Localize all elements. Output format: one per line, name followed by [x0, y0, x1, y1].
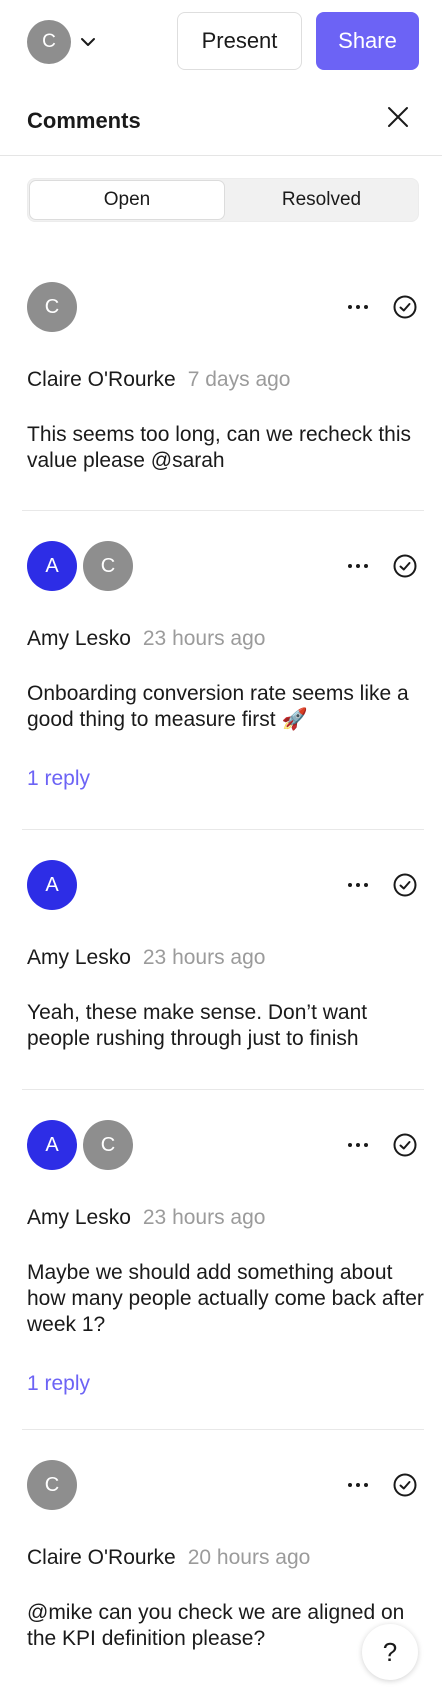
- comment-meta: Amy Lesko 23 hours ago: [27, 627, 265, 651]
- author-name: Amy Lesko: [27, 627, 131, 650]
- comment-meta: Claire O'Rourke 20 hours ago: [27, 1546, 310, 1570]
- comment-filter-tabs: Open Resolved: [27, 178, 419, 222]
- comment-meta: Amy Lesko 23 hours ago: [27, 1206, 265, 1230]
- participant-avatars: A C: [27, 541, 139, 591]
- divider: [22, 1089, 424, 1090]
- avatar: C: [83, 541, 133, 591]
- divider: [22, 829, 424, 830]
- more-options-icon[interactable]: [345, 1472, 371, 1498]
- comment-meta: Claire O'Rourke 7 days ago: [27, 368, 290, 392]
- avatar: A: [27, 541, 77, 591]
- reply-count-link[interactable]: 1 reply: [27, 1372, 90, 1396]
- user-menu[interactable]: C: [27, 20, 97, 64]
- participant-avatars: A: [27, 860, 83, 910]
- comment-meta: Amy Lesko 23 hours ago: [27, 946, 265, 970]
- timestamp: 20 hours ago: [187, 1546, 311, 1569]
- timestamp: 23 hours ago: [142, 1206, 266, 1229]
- top-bar: C Present Share: [0, 0, 442, 82]
- chevron-down-icon: [81, 38, 95, 46]
- more-options-icon[interactable]: [345, 872, 371, 898]
- participant-avatars: A C: [27, 1120, 139, 1170]
- tab-open[interactable]: Open: [29, 180, 225, 220]
- timestamp: 23 hours ago: [142, 627, 266, 650]
- avatar: A: [27, 1120, 77, 1170]
- resolve-check-icon[interactable]: [392, 294, 418, 320]
- more-options-icon[interactable]: [345, 294, 371, 320]
- author-name: Claire O'Rourke: [27, 1546, 176, 1569]
- avatar: C: [83, 1120, 133, 1170]
- tab-resolved[interactable]: Resolved: [225, 180, 418, 220]
- more-options-icon[interactable]: [345, 1132, 371, 1158]
- avatar: A: [27, 860, 77, 910]
- avatar: C: [27, 1460, 77, 1510]
- panel-title: Comments: [27, 108, 141, 133]
- timestamp: 23 hours ago: [142, 946, 266, 969]
- comment-text: Onboarding conversion rate seems like a …: [27, 682, 409, 731]
- present-button[interactable]: Present: [177, 12, 302, 70]
- comment-text: This seems too long, can we recheck this…: [27, 423, 412, 472]
- comments-panel-header: Comments: [0, 88, 442, 156]
- reply-count-link[interactable]: 1 reply: [27, 767, 90, 791]
- timestamp: 7 days ago: [187, 368, 291, 391]
- avatar: C: [27, 282, 77, 332]
- more-options-icon[interactable]: [345, 553, 371, 579]
- participant-avatars: C: [27, 1460, 83, 1510]
- resolve-check-icon[interactable]: [392, 553, 418, 579]
- participant-avatars: C: [27, 282, 83, 332]
- divider: [22, 510, 424, 511]
- author-name: Amy Lesko: [27, 1206, 131, 1229]
- comment-text: Yeah, these make sense. Don’t want peopl…: [27, 1001, 368, 1050]
- user-avatar: C: [27, 20, 71, 64]
- close-icon[interactable]: [384, 103, 412, 131]
- help-button[interactable]: ?: [362, 1624, 418, 1680]
- share-button[interactable]: Share: [316, 12, 419, 70]
- resolve-check-icon[interactable]: [392, 1472, 418, 1498]
- author-name: Claire O'Rourke: [27, 368, 176, 391]
- divider: [22, 1429, 424, 1430]
- resolve-check-icon[interactable]: [392, 872, 418, 898]
- resolve-check-icon[interactable]: [392, 1132, 418, 1158]
- comment-text: Maybe we should add something about how …: [27, 1261, 424, 1336]
- author-name: Amy Lesko: [27, 946, 131, 969]
